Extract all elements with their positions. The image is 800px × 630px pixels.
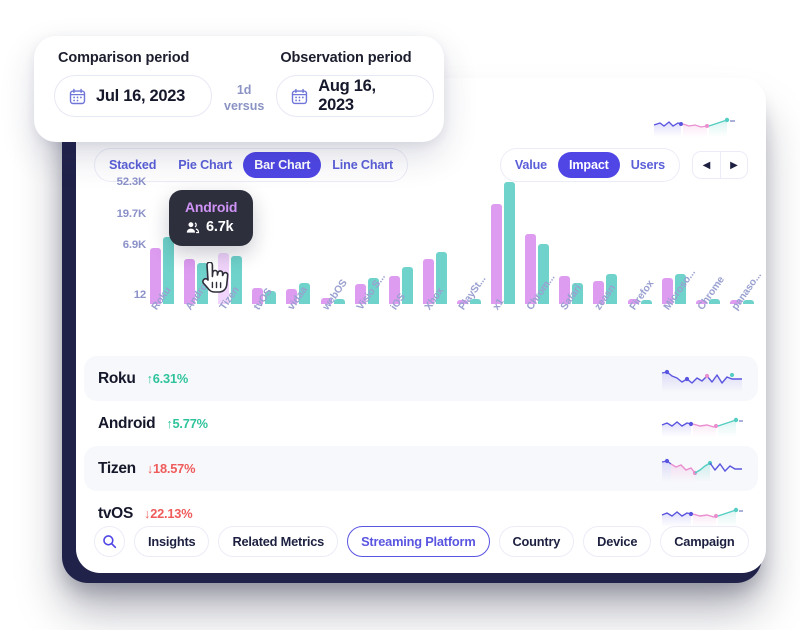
list-item-name: Roku [98, 369, 136, 387]
list-item-left: tvOS ↓22.13% [98, 504, 193, 523]
list-item[interactable]: Tizen ↓18.57% [84, 446, 758, 491]
metric-segmented-control[interactable]: Value Impact Users [499, 148, 680, 182]
x-axis-label-slot: Roku [150, 285, 174, 317]
sparkline-peek [653, 117, 735, 137]
toolbar-right-group: Value Impact Users ◀ ▶ [499, 148, 748, 182]
list-item-name: Android [98, 414, 156, 432]
sparkline-android [661, 417, 743, 437]
filter-chip-country[interactable]: Country [498, 526, 575, 557]
comparison-period-label: Comparison period [58, 50, 190, 66]
list-item-delta: 6.31% [152, 370, 189, 386]
mouse-cursor [198, 261, 230, 303]
y-axis-tick: 52.3K [116, 176, 147, 188]
metric-value[interactable]: Value [504, 152, 558, 178]
bar-group[interactable] [491, 182, 516, 304]
sparkline-tizen [661, 458, 742, 482]
versus-duration: 1d [236, 83, 252, 97]
versus-label: versus [224, 98, 265, 113]
tooltip-value: 6.7k [206, 219, 234, 235]
bar-comparison[interactable] [491, 203, 503, 304]
list-item-left: Tizen ↓18.57% [98, 460, 195, 478]
calendar-icon [292, 88, 308, 104]
next-page-button[interactable]: ▶ [720, 152, 747, 178]
x-axis-label-slot: Chrome [696, 275, 727, 317]
bar-observation[interactable] [504, 182, 516, 304]
versus-indicator: 1d versus [224, 83, 264, 114]
peek-sparkline-row [652, 111, 744, 137]
date-range-row: Comparison period Jul 16, 2023 1d versus [54, 50, 435, 117]
comparison-date-input[interactable]: Jul 16, 2023 [54, 75, 212, 117]
chart-type-bar-chart[interactable]: Bar Chart [243, 152, 322, 178]
observation-period-label: Observation period [280, 50, 412, 66]
filter-chip-bar: Insights Related Metrics Streaming Platf… [94, 526, 752, 557]
dashboard-card: Stacked Pie Chart Bar Chart Line Chart V… [76, 78, 766, 573]
filter-chip-insights[interactable]: Insights [134, 526, 210, 557]
chart-type-line-chart[interactable]: Line Chart [321, 152, 404, 178]
x-axis-label-slot: Safari [559, 283, 584, 317]
comparison-period-group: Comparison period Jul 16, 2023 [54, 50, 212, 117]
y-axis: 52.3K 19.7K 6.9K 12 [90, 176, 147, 304]
x-axis-label-slot: Visio S... [355, 272, 388, 317]
people-icon [186, 221, 200, 233]
search-icon [103, 535, 117, 549]
metric-impact[interactable]: Impact [558, 152, 620, 178]
x-axis-label-slot: PlaySt... [457, 274, 488, 317]
y-axis-tick: 6.9K [122, 239, 146, 252]
list-item-name: tvOS [98, 504, 133, 522]
platform-list: Roku ↑6.31% Android ↑5.77% Tizen ↓18.57%… [84, 356, 758, 536]
sparkline-roku [661, 369, 742, 392]
x-axis-label-slot: vidaa [286, 285, 310, 317]
list-item-delta: 5.77% [172, 415, 208, 431]
list-item[interactable]: Roku ↑6.31% [84, 356, 758, 401]
date-range-panel: Comparison period Jul 16, 2023 1d versus [34, 36, 444, 142]
search-button[interactable] [94, 526, 125, 557]
x-axis-label-slot: tvOS [252, 287, 276, 317]
filter-chip-streaming-platform[interactable]: Streaming Platform [347, 526, 490, 557]
x-axis-label-slot: webOS [321, 278, 350, 317]
status-badge: ↓22.13% [144, 505, 193, 521]
filter-chip-campaign[interactable]: Campaign [660, 526, 749, 557]
status-badge: ↓18.57% [147, 460, 196, 476]
list-item-name: Tizen [98, 459, 136, 477]
screenshot-root: Stacked Pie Chart Bar Chart Line Chart V… [0, 0, 800, 630]
list-item-delta: 18.57% [153, 460, 196, 476]
chart-tooltip: Android 6.7k [169, 190, 254, 246]
metric-users[interactable]: Users [620, 152, 676, 178]
previous-page-button[interactable]: ◀ [693, 152, 720, 178]
status-badge: ↑5.77% [166, 416, 208, 431]
x-axis-label-slot: panaso... [730, 270, 764, 317]
tooltip-title: Android [185, 199, 238, 215]
x-axis-label-slot: x1 [491, 297, 515, 317]
filter-chip-device[interactable]: Device [583, 526, 652, 557]
x-axis-label-slot: Android [184, 274, 215, 317]
observation-period-group: Observation period Aug 16, 2023 [276, 50, 435, 117]
tooltip-value-row: 6.7k [185, 219, 237, 235]
pagination-arrows: ◀ ▶ [692, 151, 748, 179]
chart-type-stacked[interactable]: Stacked [98, 152, 167, 178]
filter-chip-related-metrics[interactable]: Related Metrics [218, 526, 339, 557]
x-axis-label-slot: Xbox [423, 286, 447, 317]
observation-date-input[interactable]: Aug 16, 2023 [276, 75, 435, 117]
status-badge: ↑6.31% [147, 371, 189, 386]
x-axis-label-slot: Microso... [662, 267, 698, 317]
x-axis-label-slot: Chrom... [525, 272, 558, 317]
x-axis: Roku Android Tizen tvOS vidaa webOS Visio S...… [150, 267, 764, 317]
list-item-left: Roku ↑6.31% [98, 370, 188, 388]
list-item-left: Android ↑5.77% [98, 415, 208, 433]
list-item[interactable]: Android ↑5.77% [84, 401, 758, 446]
y-axis-tick: 12 [133, 289, 146, 302]
observation-date-value: Aug 16, 2023 [318, 77, 376, 114]
x-axis-label-slot: zeasn [593, 283, 618, 317]
x-axis-label-slot: iOS [389, 292, 413, 317]
y-axis-tick: 19.7K [116, 207, 147, 220]
chart-toolbar: Stacked Pie Chart Bar Chart Line Chart V… [94, 148, 748, 182]
calendar-icon [69, 88, 86, 104]
x-axis-label-slot: Firefox [628, 278, 656, 317]
list-item-delta: 22.13% [150, 505, 193, 521]
sparkline-tvos [661, 507, 743, 527]
x-axis-label-slot: Tizen [218, 285, 242, 317]
comparison-date-value: Jul 16, 2023 [96, 86, 186, 105]
chart-type-pie-chart[interactable]: Pie Chart [167, 152, 243, 178]
